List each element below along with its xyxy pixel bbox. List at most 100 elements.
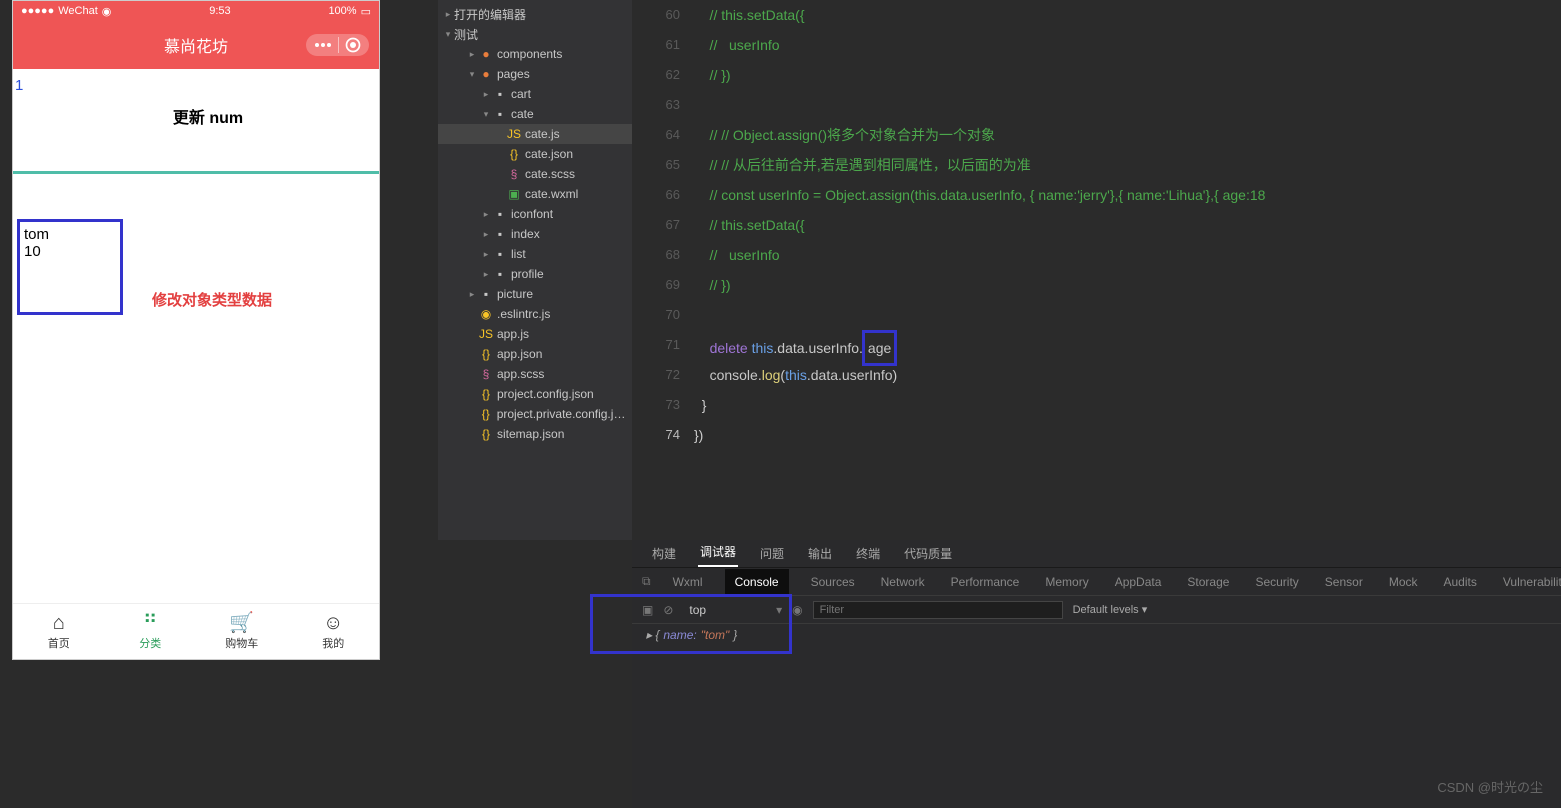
bottom-panel: 构建调试器问题输出终端代码质量 ⧉ Wxml Console Sources Netw… [632,540,1561,808]
code-line[interactable]: // const userInfo = Object.assign(this.d… [694,180,1561,210]
tree-label: components [497,47,562,61]
code-line[interactable]: delete this.data.userInfo.age [694,330,1561,360]
panel-tab[interactable]: 输出 [806,540,834,567]
file-icon: {} [506,147,522,161]
tree-item[interactable]: §app.scss [438,364,632,384]
devtool-tab[interactable]: AppData [1111,570,1166,594]
tree-item[interactable]: ◉.eslintrc.js [438,304,632,324]
tab-icon: 🛒 [229,613,254,633]
code-line[interactable]: // userInfo [694,30,1561,60]
inspect-icon[interactable]: ⧉ [642,574,651,589]
code-area[interactable]: // this.setData({ // userInfo // }) // /… [694,0,1561,540]
file-icon: ▪ [478,287,494,301]
console-line[interactable]: ▸ { name: "tom" } [646,628,1547,642]
devtool-tab[interactable]: Wxml [669,570,707,594]
file-icon: {} [478,387,494,401]
tree-item[interactable]: ▣cate.wxml [438,184,632,204]
devtool-tab[interactable]: Vulnerability [1499,570,1561,594]
modify-object-button[interactable]: 修改对象类型数据 [133,279,291,319]
file-icon: JS [478,327,494,341]
tree-label: app.js [497,327,529,341]
tree-item[interactable]: ▸▪profile [438,264,632,284]
file-icon: ▪ [492,227,508,241]
panel-tab[interactable]: 构建 [650,540,678,567]
tree-item[interactable]: {}app.json [438,344,632,364]
filter-input[interactable] [813,601,1063,619]
tree-item[interactable]: JScate.js [438,124,632,144]
update-num-button[interactable]: 更新 num [118,96,298,136]
tree-item[interactable]: §cate.scss [438,164,632,184]
num-value: 1 [15,77,23,94]
tree-item[interactable]: ▾▪cate [438,104,632,124]
file-icon: ◉ [478,307,494,321]
devtool-tab[interactable]: Audits [1440,570,1481,594]
code-line[interactable]: // this.setData({ [694,210,1561,240]
panel-tab[interactable]: 代码质量 [902,540,954,567]
tree-label: cate [511,107,534,121]
devtool-tab[interactable]: Sources [807,570,859,594]
tab-item-3[interactable]: ☺我的 [288,604,380,659]
tree-item[interactable]: {}project.private.config.js... [438,404,632,424]
file-icon: JS [506,127,522,141]
devtool-tab[interactable]: Console [725,569,789,595]
tree-label: cate.json [525,147,573,161]
code-line[interactable]: // }) [694,60,1561,90]
clear-console-icon[interactable]: ⊘ [663,603,673,617]
dropdown-icon[interactable]: ▾ [776,603,782,617]
tree-item[interactable]: {}project.config.json [438,384,632,404]
code-line[interactable]: // // Object.assign()将多个对象合并为一个对象 [694,120,1561,150]
code-line[interactable]: // // 从后往前合并,若是遇到相同属性，以后面的为准 [694,150,1561,180]
tree-item[interactable]: ▸▪cart [438,84,632,104]
code-line[interactable]: }) [694,420,1561,450]
devtool-tab[interactable]: Network [877,570,929,594]
log-levels[interactable]: Default levels ▾ [1073,603,1148,616]
devtool-tab[interactable]: Memory [1041,570,1092,594]
eye-icon[interactable]: ◉ [792,603,802,617]
toggle-sidebar-icon[interactable]: ▣ [642,603,653,617]
tree-item[interactable]: JSapp.js [438,324,632,344]
code-line[interactable]: // this.setData({ [694,0,1561,30]
code-line[interactable] [694,90,1561,120]
user-age: 10 [24,243,116,260]
tab-item-0[interactable]: ⌂首页 [13,604,105,659]
file-icon: ▣ [506,187,522,201]
tree-section-editors[interactable]: ▸打开的编辑器 [438,4,632,24]
file-icon: {} [478,427,494,441]
devtool-tab[interactable]: Mock [1385,570,1422,594]
carrier-label: WeChat [58,5,98,17]
tree-label: pages [497,67,530,81]
code-editor[interactable]: 606162636465666768697071727374 // this.s… [632,0,1561,540]
code-line[interactable]: // }) [694,270,1561,300]
tree-section-root[interactable]: ▾测试 [438,24,632,44]
tree-item[interactable]: ▸●components [438,44,632,64]
tab-item-2[interactable]: 🛒购物车 [196,604,288,659]
tree-item[interactable]: ▸▪iconfont [438,204,632,224]
devtool-tab[interactable]: Security [1251,570,1302,594]
tree-item[interactable]: ▾●pages [438,64,632,84]
panel-tab[interactable]: 调试器 [698,538,738,567]
code-line[interactable]: // userInfo [694,240,1561,270]
devtool-tab[interactable]: Storage [1183,570,1233,594]
code-line[interactable]: } [694,390,1561,420]
devtool-tab[interactable]: Performance [947,570,1024,594]
tab-label: 分类 [139,635,161,651]
context-selector[interactable]: top [683,601,766,619]
code-line[interactable]: console.log(this.data.userInfo) [694,360,1561,390]
tree-item[interactable]: {}sitemap.json [438,424,632,444]
tree-item[interactable]: ▸▪index [438,224,632,244]
tab-label: 首页 [48,635,70,651]
panel-tab[interactable]: 终端 [854,540,882,567]
code-line[interactable] [694,300,1561,330]
tree-label: cate.js [525,127,560,141]
tree-item[interactable]: ▸▪picture [438,284,632,304]
file-icon: {} [478,407,494,421]
panel-tabs: 构建调试器问题输出终端代码质量 [632,540,1561,568]
tree-item[interactable]: ▸▪list [438,244,632,264]
tab-item-1[interactable]: ⠛分类 [105,604,197,659]
devtool-tab[interactable]: Sensor [1321,570,1367,594]
tree-item[interactable]: {}cate.json [438,144,632,164]
file-icon: ● [478,47,494,61]
panel-tab[interactable]: 问题 [758,540,786,567]
page-title: 慕尚花坊 [164,33,228,57]
capsule-button[interactable] [306,34,369,56]
